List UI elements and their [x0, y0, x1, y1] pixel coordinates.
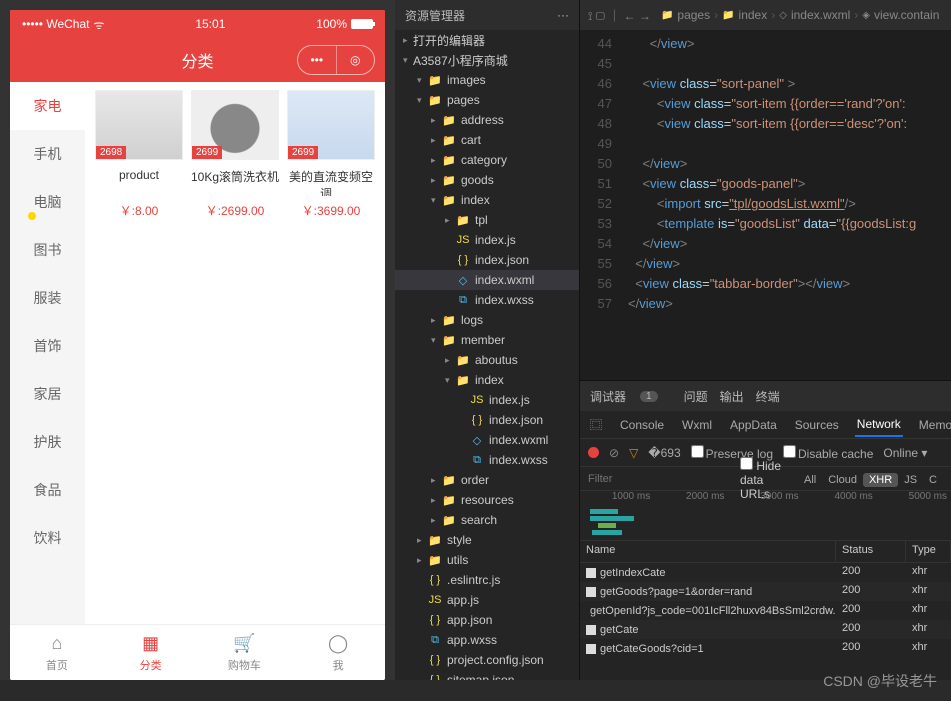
tree-node[interactable]: ▸📁cart: [395, 130, 579, 150]
tree-node[interactable]: ▾📁index: [395, 370, 579, 390]
simulator-panel: ••••• WeChatᯤ 15:01 100% 分类 ••• ◎ 家电手机电脑…: [0, 0, 395, 680]
wifi-icon: ᯤ: [93, 16, 104, 33]
category-item[interactable]: 手机: [10, 130, 85, 178]
tree-node[interactable]: { }project.config.json: [395, 650, 579, 670]
category-item[interactable]: 家电: [10, 82, 85, 130]
tree-node[interactable]: { }index.json: [395, 250, 579, 270]
tree-node[interactable]: ⧉index.wxss: [395, 290, 579, 310]
tree-node[interactable]: ▸📁order: [395, 470, 579, 490]
category-item[interactable]: 护肤: [10, 418, 85, 466]
tree-node[interactable]: ⧉app.wxss: [395, 630, 579, 650]
capsule-close-icon[interactable]: ◎: [337, 46, 375, 74]
tree-node[interactable]: { }sitemap.json: [395, 670, 579, 680]
goods-card[interactable]: 269910Kg滚筒洗衣机￥:2699.00: [189, 90, 281, 219]
network-filter-input[interactable]: [588, 473, 730, 485]
explorer-more-icon[interactable]: ···: [557, 8, 569, 22]
tabbar[interactable]: ⌂首页▦分类🛒购物车◯我: [10, 624, 385, 680]
category-item[interactable]: 首饰: [10, 322, 85, 370]
network-row[interactable]: getCateGoods?cid=1200xhr: [580, 639, 951, 658]
tree-section[interactable]: ▾A3587小程序商城: [395, 50, 579, 70]
tree-node[interactable]: JSapp.js: [395, 590, 579, 610]
tree-node[interactable]: { }.eslintrc.js: [395, 570, 579, 590]
tree-node[interactable]: { }index.json: [395, 410, 579, 430]
watermark: CSDN @毕设老牛: [823, 671, 937, 691]
category-item[interactable]: 饮料: [10, 514, 85, 562]
network-row[interactable]: getIndexCate200xhr: [580, 563, 951, 582]
explorer-panel[interactable]: 资源管理器 ··· ▸打开的编辑器 ▾A3587小程序商城 ▾📁images▾📁…: [395, 0, 580, 680]
goods-card[interactable]: 2698product￥:8.00: [93, 90, 185, 219]
tabbar-icon: ⌂: [46, 633, 68, 655]
tabbar-icon: 🛒: [233, 633, 255, 655]
category-item[interactable]: 图书: [10, 226, 85, 274]
devtools-tab[interactable]: Memory: [917, 414, 951, 436]
tabbar-item[interactable]: 🛒购物车: [198, 625, 292, 680]
tree-node[interactable]: ▾📁member: [395, 330, 579, 350]
tree-section[interactable]: ▸打开的编辑器: [395, 30, 579, 50]
phone-navbar: 分类 ••• ◎: [10, 38, 385, 82]
category-item[interactable]: 电脑: [10, 178, 85, 226]
battery-icon: [351, 19, 373, 29]
tree-node[interactable]: ▸📁tpl: [395, 210, 579, 230]
tree-node[interactable]: ▸📁address: [395, 110, 579, 130]
phone-statusbar: ••••• WeChatᯤ 15:01 100%: [10, 10, 385, 38]
category-item[interactable]: 家居: [10, 370, 85, 418]
editor-panel: ⟟ ▢ ｜ ← → 📁 pages›📁 index›◇ index.wxml›◈…: [580, 0, 951, 680]
filter-icon[interactable]: ▽: [629, 446, 638, 460]
network-row[interactable]: getOpenId?js_code=001IcFll2huxv84BsSml2c…: [580, 601, 951, 620]
code-editor[interactable]: ∨∨ 4445464748495051525354555657 </view> …: [580, 30, 951, 380]
tabbar-item[interactable]: ⌂首页: [10, 625, 104, 680]
tree-node[interactable]: ▸📁category: [395, 150, 579, 170]
tree-node[interactable]: ▸📁style: [395, 530, 579, 550]
network-timeline[interactable]: 1000 ms2000 ms3000 ms4000 ms5000 ms: [580, 491, 951, 541]
devtools-tab[interactable]: Sources: [793, 414, 841, 436]
network-row[interactable]: getGoods?page=1&order=rand200xhr: [580, 582, 951, 601]
capsule-button[interactable]: ••• ◎: [297, 45, 375, 75]
tree-node[interactable]: ▾📁images: [395, 70, 579, 90]
tabbar-item[interactable]: ◯我: [291, 625, 385, 680]
tabbar-icon: ◯: [327, 633, 349, 655]
tree-node[interactable]: ▸📁search: [395, 510, 579, 530]
category-sidebar[interactable]: 家电手机电脑图书服装首饰家居护肤食品饮料: [10, 82, 85, 624]
tabbar-icon: ▦: [140, 633, 162, 655]
search-icon[interactable]: �693: [648, 446, 680, 460]
tree-node[interactable]: ▸📁utils: [395, 550, 579, 570]
devtools-tab[interactable]: Console: [618, 414, 666, 436]
tree-node[interactable]: ◇index.wxml: [395, 430, 579, 450]
tree-node[interactable]: ◇index.wxml: [395, 270, 579, 290]
editor-icon-bar[interactable]: ⟟ ▢ ｜ ← →: [588, 7, 651, 24]
tree-node[interactable]: ▾📁pages: [395, 90, 579, 110]
capsule-menu-icon[interactable]: •••: [298, 46, 337, 74]
carrier: ••••• WeChat: [22, 17, 89, 31]
tree-node[interactable]: ▸📁goods: [395, 170, 579, 190]
tree-node[interactable]: ▸📁resources: [395, 490, 579, 510]
tree-node[interactable]: JSindex.js: [395, 230, 579, 250]
tree-node[interactable]: JSindex.js: [395, 390, 579, 410]
category-item[interactable]: 服装: [10, 274, 85, 322]
page-title: 分类: [181, 48, 213, 72]
devtools-tab[interactable]: Wxml: [680, 414, 714, 436]
throttle-select[interactable]: Online ▾: [883, 446, 927, 460]
devtools-tab[interactable]: Network: [855, 413, 903, 437]
goods-card[interactable]: 2699美的直流变频空调...￥:3699.00: [285, 90, 377, 219]
category-item[interactable]: 食品: [10, 466, 85, 514]
explorer-title: 资源管理器: [405, 7, 465, 24]
tree-node[interactable]: { }app.json: [395, 610, 579, 630]
tree-node[interactable]: ▾📁index: [395, 190, 579, 210]
clock: 15:01: [195, 17, 225, 31]
devtools-panel[interactable]: 调试器 1 问题输出终端 ⿴ ConsoleWxmlAppDataSources…: [580, 380, 951, 680]
clear-icon[interactable]: ⊘: [609, 446, 619, 460]
tabbar-item[interactable]: ▦分类: [104, 625, 198, 680]
network-row[interactable]: getCate200xhr: [580, 620, 951, 639]
tree-node[interactable]: ⧉index.wxss: [395, 450, 579, 470]
record-icon[interactable]: [588, 447, 599, 458]
devtools-inspect-icon[interactable]: ⿴: [588, 412, 604, 437]
tree-node[interactable]: ▸📁aboutus: [395, 350, 579, 370]
gutter: 4445464748495051525354555657: [580, 30, 620, 380]
breadcrumb[interactable]: 📁 pages›📁 index›◇ index.wxml›◈ view.cont…: [661, 8, 939, 22]
goods-grid[interactable]: 2698product￥:8.00269910Kg滚筒洗衣机￥:2699.002…: [85, 82, 385, 624]
tree-node[interactable]: ▸📁logs: [395, 310, 579, 330]
devtools-tab[interactable]: AppData: [728, 414, 779, 436]
